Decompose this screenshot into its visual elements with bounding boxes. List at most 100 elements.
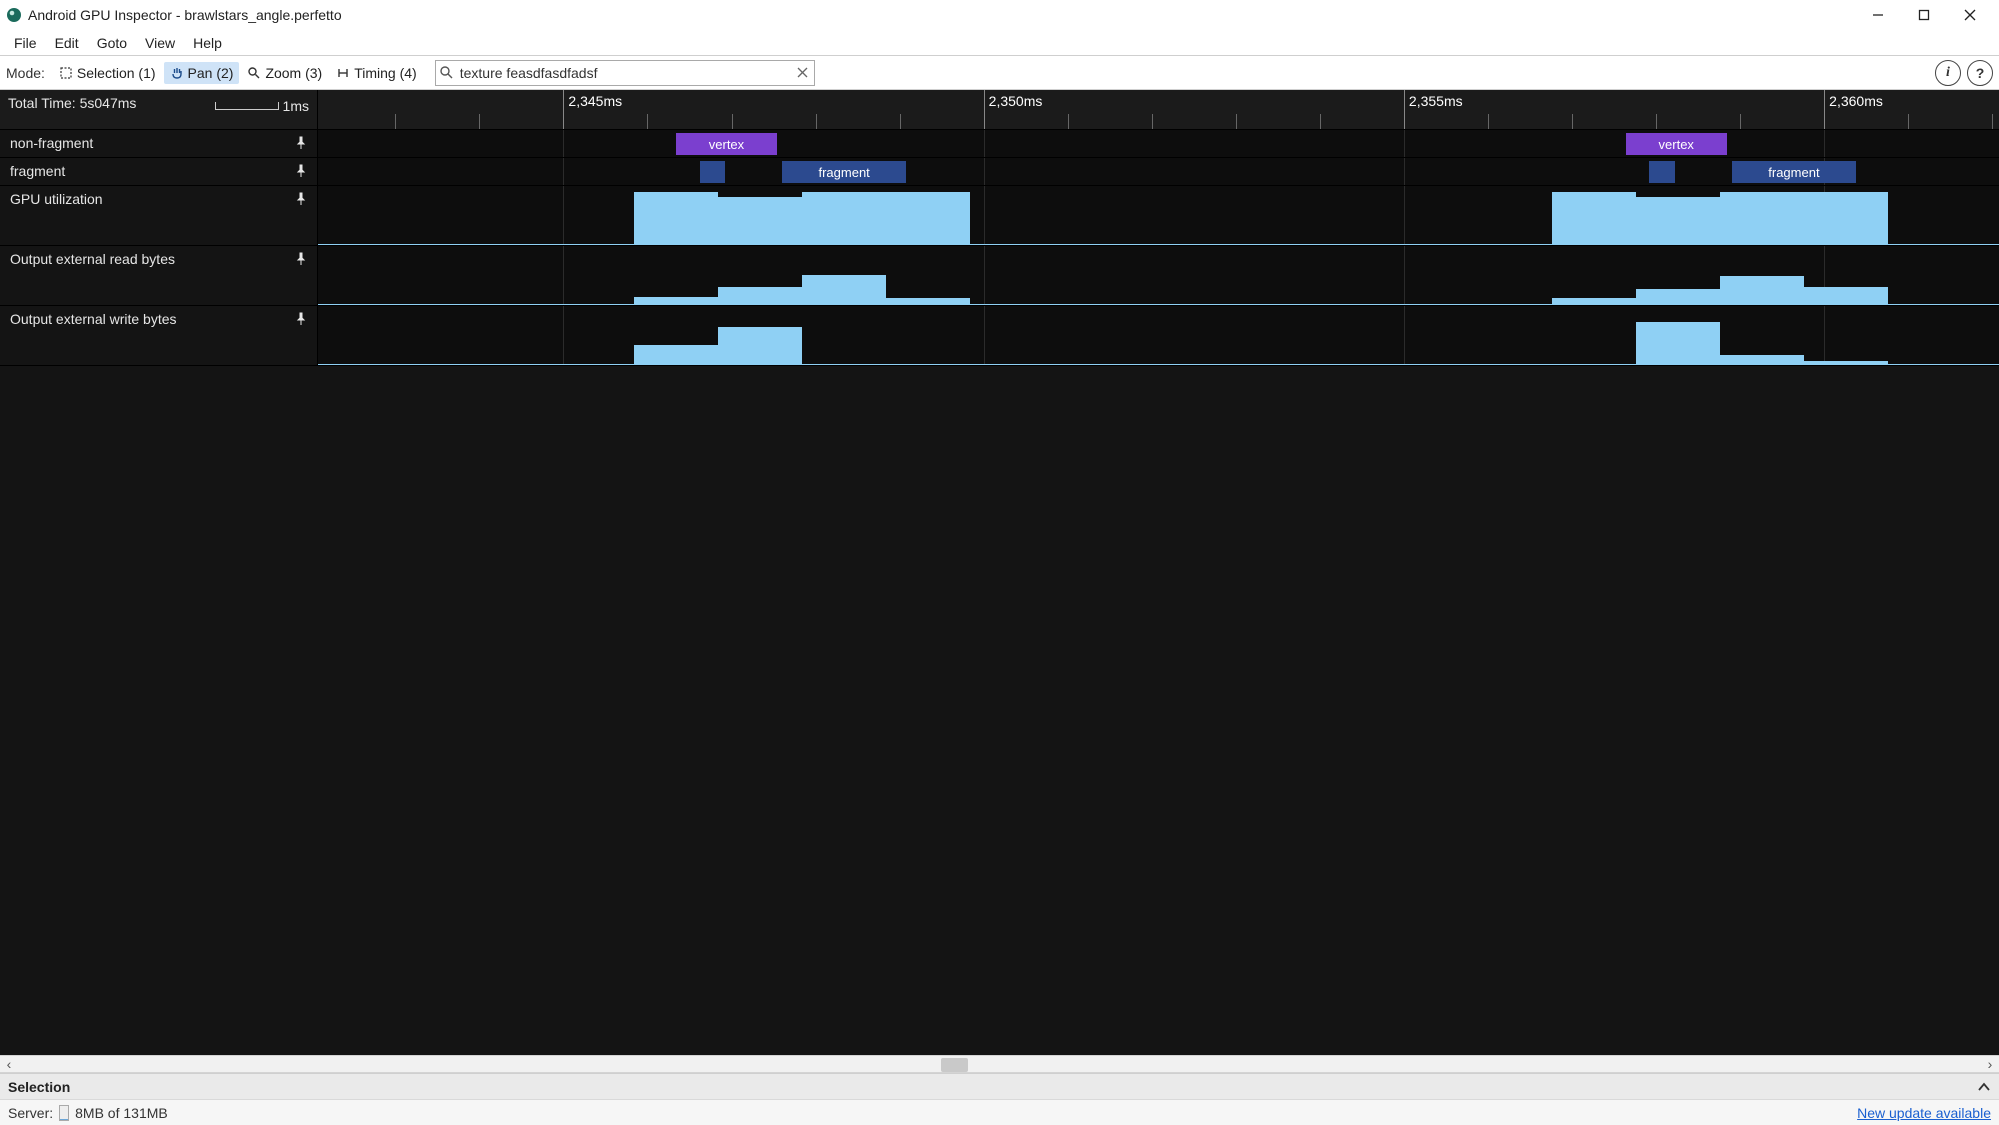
timeline-slice[interactable] xyxy=(1649,161,1674,183)
counter-bar[interactable] xyxy=(802,275,886,305)
counter-bar[interactable] xyxy=(1552,192,1636,244)
pin-icon[interactable] xyxy=(295,252,307,266)
ruler-tick-label: 2,350ms xyxy=(989,93,1043,109)
counter-bar[interactable] xyxy=(1720,276,1804,304)
counter-bar[interactable] xyxy=(634,345,718,364)
mode-timing[interactable]: Timing (4) xyxy=(330,62,423,84)
counter-bar[interactable] xyxy=(886,192,970,244)
timeline-slice[interactable]: fragment xyxy=(1732,161,1856,183)
ruler-tick-label: 2,360ms xyxy=(1829,93,1883,109)
chevron-up-icon[interactable] xyxy=(1977,1080,1991,1094)
counter-bar[interactable] xyxy=(1636,289,1720,304)
counter-bar[interactable] xyxy=(886,298,970,304)
ruler-major-tick: 2,345ms xyxy=(563,90,564,129)
mode-zoom[interactable]: Zoom (3) xyxy=(241,62,328,84)
update-available-link[interactable]: New update available xyxy=(1857,1105,1991,1121)
track-row: Output external write bytes xyxy=(0,306,1999,366)
minimize-button[interactable] xyxy=(1855,0,1901,30)
counter-bar[interactable] xyxy=(1804,287,1888,304)
ruler-minor-tick xyxy=(1572,114,1573,129)
ruler-major-tick: 2,355ms xyxy=(1404,90,1405,129)
search-field[interactable] xyxy=(435,60,815,86)
track-body[interactable]: fragment fragment xyxy=(318,158,1999,185)
search-input[interactable] xyxy=(458,61,792,85)
status-bar: Server: 8MB of 131MB New update availabl… xyxy=(0,1099,1999,1125)
track-header[interactable]: fragment xyxy=(0,158,318,185)
toolbar: Mode: Selection (1)Pan (2)Zoom (3)Timing… xyxy=(0,56,1999,90)
track-header[interactable]: GPU utilization xyxy=(0,186,318,245)
mode-icon xyxy=(336,66,350,80)
pin-icon[interactable] xyxy=(295,192,307,206)
timeline-view[interactable]: Total Time: 5s047ms 1ms 2,345ms2,350ms2,… xyxy=(0,90,1999,1055)
counter-bar[interactable] xyxy=(1636,322,1720,364)
track-row: Output external read bytes xyxy=(0,246,1999,306)
selection-panel-title: Selection xyxy=(8,1079,70,1095)
counter-bar[interactable] xyxy=(1804,361,1888,364)
track-name: Output external write bytes xyxy=(10,311,177,327)
scroll-left-arrow[interactable]: ‹ xyxy=(0,1055,18,1073)
counter-bar[interactable] xyxy=(718,287,802,304)
counter-bar[interactable] xyxy=(1636,197,1720,244)
selection-panel-header[interactable]: Selection xyxy=(0,1073,1999,1099)
counter-bar[interactable] xyxy=(718,197,802,244)
counter-bar[interactable] xyxy=(1720,355,1804,364)
ruler-minor-tick xyxy=(479,114,480,129)
ruler-minor-tick xyxy=(1068,114,1069,129)
ruler-tick-label: 2,345ms xyxy=(568,93,622,109)
search-icon xyxy=(436,66,458,79)
counter-bar[interactable] xyxy=(1720,192,1804,244)
pin-icon[interactable] xyxy=(295,136,307,150)
timeline-slice[interactable]: vertex xyxy=(1626,133,1727,155)
track-body[interactable] xyxy=(318,306,1999,365)
scrollbar-thumb[interactable] xyxy=(941,1058,968,1072)
counter-bar[interactable] xyxy=(718,327,802,364)
timeline-slice[interactable]: vertex xyxy=(676,133,777,155)
horizontal-scrollbar[interactable]: ‹ › xyxy=(0,1055,1999,1073)
track-body[interactable]: vertex vertex xyxy=(318,130,1999,157)
counter-bar[interactable] xyxy=(634,297,718,304)
ruler-minor-tick xyxy=(395,114,396,129)
ruler-minor-tick xyxy=(1656,114,1657,129)
close-button[interactable] xyxy=(1947,0,1993,30)
mode-icon xyxy=(247,66,261,80)
menu-bar: FileEditGotoViewHelp xyxy=(0,30,1999,56)
scrollbar-track[interactable] xyxy=(18,1056,1981,1072)
time-ruler[interactable]: Total Time: 5s047ms 1ms 2,345ms2,350ms2,… xyxy=(0,90,1999,130)
app-icon xyxy=(6,7,22,23)
counter-bar[interactable] xyxy=(802,192,886,244)
search-clear-icon[interactable] xyxy=(792,67,814,78)
ruler-tick-label: 2,355ms xyxy=(1409,93,1463,109)
menu-edit[interactable]: Edit xyxy=(47,32,87,54)
mode-icon xyxy=(59,66,73,80)
counter-bar[interactable] xyxy=(1804,192,1888,244)
menu-view[interactable]: View xyxy=(137,32,183,54)
window-titlebar: Android GPU Inspector - brawlstars_angle… xyxy=(0,0,1999,30)
pin-icon[interactable] xyxy=(295,312,307,326)
track-header[interactable]: Output external write bytes xyxy=(0,306,318,365)
menu-file[interactable]: File xyxy=(6,32,45,54)
ruler-minor-tick xyxy=(900,114,901,129)
timeline-slice[interactable] xyxy=(700,161,725,183)
window-title: Android GPU Inspector - brawlstars_angle… xyxy=(28,7,342,23)
ruler-ticks[interactable]: 2,345ms 2,350ms 2,355ms 2,360ms xyxy=(318,90,1999,129)
scroll-right-arrow[interactable]: › xyxy=(1981,1055,1999,1073)
track-name: fragment xyxy=(10,163,65,179)
track-body[interactable] xyxy=(318,186,1999,245)
menu-help[interactable]: Help xyxy=(185,32,230,54)
menu-goto[interactable]: Goto xyxy=(89,32,135,54)
ruler-minor-tick xyxy=(732,114,733,129)
maximize-button[interactable] xyxy=(1901,0,1947,30)
mode-icon xyxy=(170,66,184,80)
counter-bar[interactable] xyxy=(634,192,718,244)
track-body[interactable] xyxy=(318,246,1999,305)
info-button[interactable]: i xyxy=(1935,60,1961,86)
timeline-slice[interactable]: fragment xyxy=(782,161,906,183)
track-header[interactable]: non-fragment xyxy=(0,130,318,157)
pin-icon[interactable] xyxy=(295,164,307,178)
counter-bar[interactable] xyxy=(1552,298,1636,304)
mode-selection[interactable]: Selection (1) xyxy=(53,62,162,84)
ruler-minor-tick xyxy=(1908,114,1909,129)
track-header[interactable]: Output external read bytes xyxy=(0,246,318,305)
help-button[interactable]: ? xyxy=(1967,60,1993,86)
mode-pan[interactable]: Pan (2) xyxy=(164,62,240,84)
